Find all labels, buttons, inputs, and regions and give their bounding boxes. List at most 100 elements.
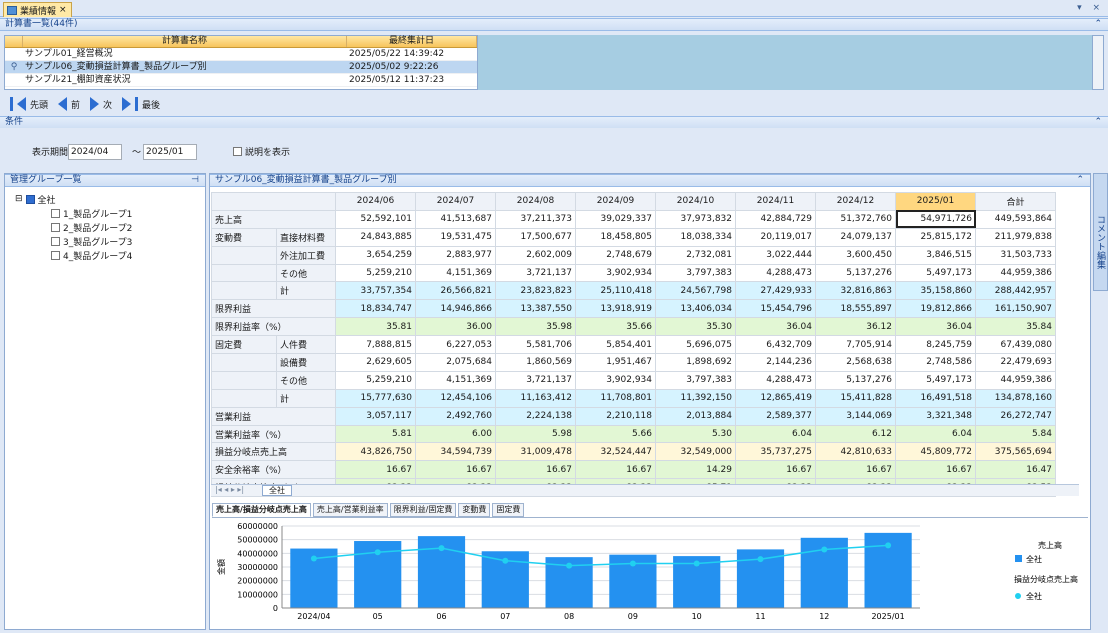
grid-cell[interactable]: 3,902,934 — [575, 370, 656, 390]
chart-tab[interactable]: 変動費 — [458, 503, 491, 517]
grid-cell[interactable]: 5.84 — [975, 424, 1056, 444]
last-button[interactable]: 最後 — [122, 97, 160, 111]
collapse-icon[interactable]: ⌃ — [1094, 19, 1102, 30]
grid-cell[interactable]: 32,524,447 — [575, 442, 656, 462]
grid-cell[interactable]: 37,211,373 — [495, 209, 576, 229]
tree-node-group[interactable]: 4_製品グループ4 — [15, 248, 132, 262]
grid-cell[interactable]: 27,429,933 — [735, 281, 816, 301]
grid-cell[interactable]: 36.12 — [815, 317, 896, 337]
grid-cell[interactable]: 2,589,377 — [735, 406, 816, 426]
grid-cell[interactable]: 2,748,586 — [895, 353, 976, 372]
col-header[interactable]: 2024/10 — [655, 192, 736, 211]
tree-expander-icon[interactable]: ⊟ — [15, 194, 23, 204]
grid-cell[interactable]: 11,163,412 — [495, 388, 576, 408]
grid-cell[interactable]: 5,259,210 — [335, 263, 416, 283]
grid-cell[interactable]: 15,411,828 — [815, 388, 896, 408]
grid-cell[interactable]: 12,865,419 — [735, 388, 816, 408]
grid-cell[interactable]: 7,705,914 — [815, 335, 896, 355]
grid-cell[interactable]: 5.98 — [495, 424, 576, 444]
grid-cell[interactable]: 7,888,815 — [335, 335, 416, 355]
grid-cell[interactable]: 41,513,687 — [415, 209, 496, 229]
grid-cell[interactable]: 24,567,798 — [655, 281, 736, 301]
grid-cell[interactable]: 44,959,386 — [975, 370, 1056, 390]
col-header[interactable]: 2024/12 — [815, 192, 896, 211]
grid-cell[interactable]: 36.00 — [415, 317, 496, 337]
grid-cell[interactable]: 4,151,369 — [415, 370, 496, 390]
grid-cell[interactable]: 14,946,866 — [415, 299, 496, 319]
checkbox-icon[interactable] — [51, 208, 60, 218]
grid-cell[interactable]: 35.84 — [975, 317, 1056, 337]
col-header[interactable]: 2024/06 — [335, 192, 416, 211]
grid-cell[interactable]: 22,479,693 — [975, 353, 1056, 372]
grid-cell[interactable]: 13,918,919 — [575, 299, 656, 319]
grid-cell[interactable]: 17,500,677 — [495, 227, 576, 247]
grid-cell[interactable]: 18,458,805 — [575, 227, 656, 247]
grid-cell[interactable]: 3,721,137 — [495, 263, 576, 283]
grid-cell[interactable]: 2,568,638 — [815, 353, 896, 372]
tree-node-group[interactable]: 2_製品グループ2 — [15, 220, 132, 234]
tree-node-group[interactable]: 1_製品グループ1 — [15, 206, 132, 220]
grid-cell[interactable]: 16.67 — [415, 460, 496, 480]
grid-cell[interactable]: 51,372,760 — [815, 209, 896, 229]
grid-cell[interactable]: 67,439,080 — [975, 335, 1056, 355]
grid-cell[interactable]: 45,809,772 — [895, 442, 976, 462]
grid-cell[interactable]: 13,406,034 — [655, 299, 736, 319]
grid-cell[interactable]: 6,227,053 — [415, 335, 496, 355]
grid-cell[interactable]: 11,392,150 — [655, 388, 736, 408]
grid-cell[interactable]: 42,884,729 — [735, 209, 816, 229]
chart-tab[interactable]: 売上高/営業利益率 — [312, 503, 388, 517]
grid-cell[interactable]: 1,898,692 — [655, 353, 736, 372]
grid-cell[interactable]: 2,210,118 — [575, 406, 656, 426]
grid-cell[interactable]: 43,826,750 — [335, 442, 416, 462]
grid-cell[interactable]: 39,029,337 — [575, 209, 656, 229]
grid-cell[interactable]: 25,815,172 — [895, 227, 976, 247]
grid-cell[interactable]: 2,629,605 — [335, 353, 416, 372]
col-report-name[interactable]: 計算書名称 — [23, 36, 347, 47]
grid-cell[interactable]: 16.67 — [735, 460, 816, 480]
grid-cell[interactable]: 3,321,348 — [895, 406, 976, 426]
chart-tab[interactable]: 固定費 — [492, 503, 525, 517]
grid-cell[interactable]: 18,038,334 — [655, 227, 736, 247]
grid-cell[interactable]: 3,057,117 — [335, 406, 416, 426]
grid-cell[interactable]: 5,581,706 — [495, 335, 576, 355]
col-header[interactable]: 2024/09 — [575, 192, 656, 211]
grid-cell[interactable]: 15,454,796 — [735, 299, 816, 319]
grid-cell[interactable]: 35,158,860 — [895, 281, 976, 301]
grid-cell[interactable]: 11,708,801 — [575, 388, 656, 408]
grid-cell[interactable]: 3,721,137 — [495, 370, 576, 390]
grid-cell[interactable]: 31,009,478 — [495, 442, 576, 462]
grid-cell[interactable]: 3,902,934 — [575, 263, 656, 283]
grid-cell[interactable]: 34,594,739 — [415, 442, 496, 462]
checkbox-icon[interactable] — [51, 236, 60, 246]
grid-cell[interactable]: 2,144,236 — [735, 353, 816, 372]
col-last-date[interactable]: 最終集計日 — [347, 36, 477, 47]
checkbox-checked-icon[interactable] — [25, 194, 35, 204]
grid-cell[interactable]: 35.66 — [575, 317, 656, 337]
grid-cell[interactable]: 3,654,259 — [335, 245, 416, 265]
grid-cell[interactable]: 19,531,475 — [415, 227, 496, 247]
window-controls[interactable]: ▾ × — [1077, 3, 1104, 13]
grid-cell[interactable]: 6.00 — [415, 424, 496, 444]
grid-cell[interactable]: 18,834,747 — [335, 299, 416, 319]
grid-cell[interactable]: 1,951,467 — [575, 353, 656, 372]
grid-cell[interactable]: 6.04 — [735, 424, 816, 444]
grid-cell[interactable]: 288,442,957 — [975, 281, 1056, 301]
grid-cell[interactable]: 5,137,276 — [815, 370, 896, 390]
grid-cell[interactable]: 134,878,160 — [975, 388, 1056, 408]
grid-cell[interactable]: 2,748,679 — [575, 245, 656, 265]
col-header[interactable]: 2024/11 — [735, 192, 816, 211]
grid-cell[interactable]: 36.04 — [895, 317, 976, 337]
grid-cell[interactable]: 35.98 — [495, 317, 576, 337]
report-row[interactable]: サンプル21_棚卸資産状況 2025/05/12 11:37:23 — [5, 74, 477, 87]
grid-cell[interactable]: 4,288,473 — [735, 370, 816, 390]
grid-cell[interactable]: 5.81 — [335, 424, 416, 444]
grid-cell[interactable]: 6.04 — [895, 424, 976, 444]
grid-cell[interactable]: 4,288,473 — [735, 263, 816, 283]
report-row[interactable]: ⚲ サンプル06_変動損益計算書_製品グループ別 2025/05/02 9:22:2… — [5, 61, 477, 74]
checkbox-icon[interactable] — [51, 222, 60, 232]
grid-cell[interactable]: 24,079,137 — [815, 227, 896, 247]
close-icon[interactable]: × — [59, 5, 67, 15]
grid-cell[interactable]: 2,013,884 — [655, 406, 736, 426]
chart-tab[interactable]: 限界利益/固定費 — [389, 503, 457, 517]
first-button[interactable]: 先頭 — [10, 97, 48, 111]
